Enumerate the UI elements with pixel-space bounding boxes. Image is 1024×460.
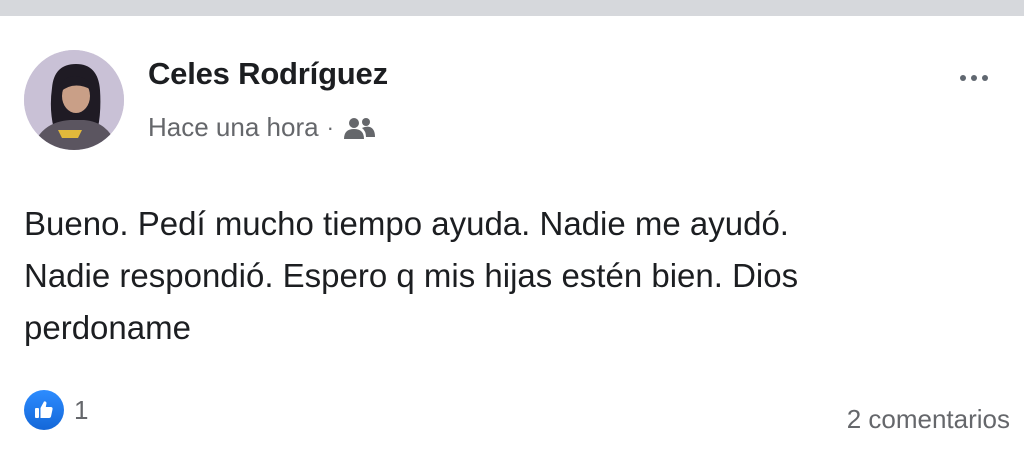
more-dot [960, 75, 966, 81]
friends-icon[interactable] [342, 115, 376, 141]
post-text-line: Nadie respondió. Espero q mis hijas esté… [24, 257, 799, 294]
meta-separator: · [326, 114, 334, 140]
reactions-summary[interactable]: 1 [24, 390, 88, 430]
more-options-icon[interactable] [952, 68, 996, 88]
reaction-count: 1 [74, 394, 89, 425]
post-text: Bueno. Pedí mucho tiempo ayuda. Nadie me… [24, 198, 999, 354]
post-text-line: perdoname [24, 309, 191, 346]
post-card: Celes Rodríguez Hace una hora · Bueno. P… [0, 16, 1024, 460]
post-meta: Hace una hora · [148, 112, 376, 143]
more-dot [971, 75, 977, 81]
author-name[interactable]: Celes Rodríguez [148, 56, 388, 92]
avatar[interactable] [24, 50, 124, 150]
like-icon [24, 390, 64, 430]
top-strip [0, 0, 1024, 16]
more-dot [982, 75, 988, 81]
avatar-image [24, 50, 124, 150]
post-timestamp[interactable]: Hace una hora [148, 112, 319, 143]
comments-count-link[interactable]: 2 comentarios [847, 404, 1010, 435]
post-text-line: Bueno. Pedí mucho tiempo ayuda. Nadie me… [24, 205, 789, 242]
